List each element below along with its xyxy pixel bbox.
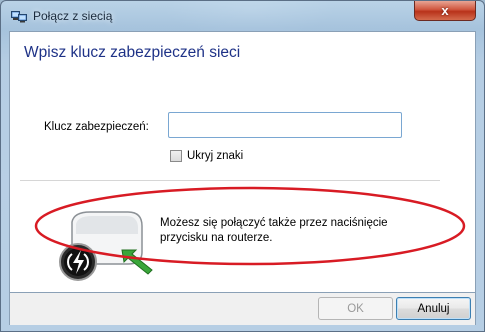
highlight-ellipse-annotation <box>32 184 472 268</box>
hide-characters-option[interactable]: Ukryj znaki <box>170 148 243 164</box>
cancel-button[interactable]: Anuluj <box>396 297 471 320</box>
dialog-heading: Wpisz klucz zabezpieczeń sieci <box>24 44 241 61</box>
ok-button[interactable]: OK <box>318 297 393 320</box>
security-key-label: Klucz zabezpieczeń: <box>44 121 149 133</box>
security-key-input[interactable] <box>168 112 402 138</box>
close-icon: x <box>441 3 449 18</box>
dialog-button-bar: OK Anuluj <box>9 293 476 325</box>
window-title: Połącz z siecią <box>33 9 113 23</box>
network-icon <box>11 9 27 23</box>
connect-to-network-window: Połącz z siecią x Wpisz klucz zabezpiecz… <box>0 0 485 332</box>
hide-characters-checkbox[interactable] <box>170 150 182 162</box>
section-divider <box>20 180 440 181</box>
hide-characters-label: Ukryj znaki <box>187 150 244 162</box>
close-button[interactable]: x <box>414 1 476 21</box>
title-bar[interactable]: Połącz z siecią x <box>1 1 484 31</box>
